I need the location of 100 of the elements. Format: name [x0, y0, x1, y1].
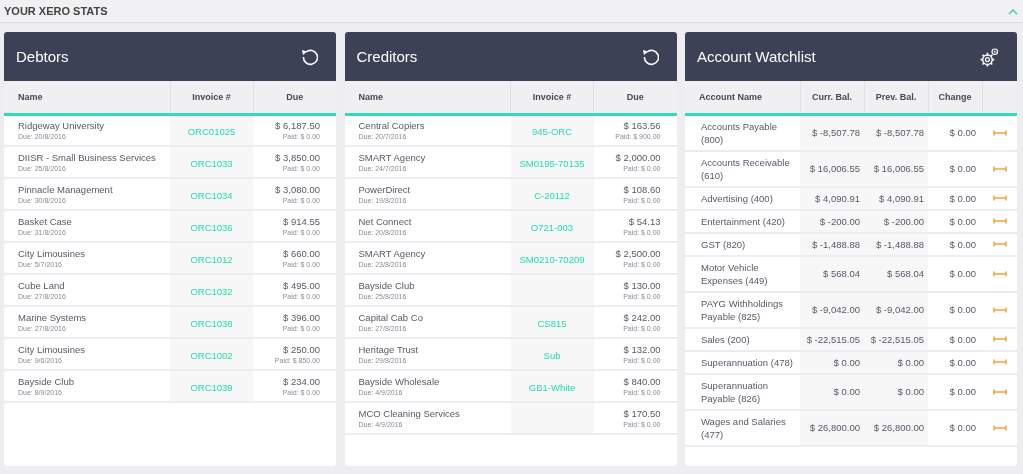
column-header: Name [344, 81, 511, 114]
column-header: Due [253, 81, 336, 114]
previous-balance: $ -9,042.00 [875, 304, 924, 315]
contact-name: Heritage Trust [358, 342, 420, 356]
account-name: Superannuation (478) [701, 355, 794, 369]
amount-due: $ 242.00 [622, 310, 661, 324]
column-header: Invoice # [170, 81, 253, 114]
previous-balance: $ 0.00 [897, 386, 924, 397]
contact-name: Cube Land [18, 278, 66, 292]
previous-balance: $ 4,090.91 [879, 192, 924, 204]
current-balance: $ 4,090.91 [815, 192, 860, 204]
invoice-link[interactable]: ORC1033 [190, 158, 233, 169]
current-balance: $ 568.04 [823, 268, 860, 279]
amount-due: $ 250.00 [282, 342, 320, 356]
contact-name: SMART Agency [358, 246, 427, 260]
amount-due: $ 130.00 [622, 278, 661, 292]
double-arrow-icon [992, 358, 1007, 366]
balance-change: $ 0.00 [949, 333, 976, 345]
amount-due: $ 132.00 [622, 342, 661, 356]
amount-due: $ 3,850.00 [274, 150, 320, 164]
balance-change: $ 0.00 [949, 422, 976, 433]
previous-balance: $ -8,507.78 [875, 127, 924, 138]
contact-name: DIISR - Small Business Services [18, 150, 157, 164]
amount-due: $ 170.50 [622, 406, 661, 420]
double-arrow-icon [992, 387, 1007, 396]
invoice-link[interactable]: ORC1032 [190, 286, 233, 297]
previous-balance: $ 26,800.00 [873, 422, 924, 433]
invoice-link[interactable]: O721-003 [530, 222, 574, 233]
amount-due: $ 840.00 [622, 374, 661, 388]
balance-change: $ 0.00 [949, 192, 976, 204]
invoice-link[interactable]: Sub [543, 350, 561, 361]
column-header: Invoice # [510, 81, 594, 114]
contact-name: PowerDirect [358, 182, 412, 196]
invoice-link[interactable]: GB1-White [528, 382, 576, 393]
invoice-link[interactable]: ORC1039 [190, 382, 233, 393]
balance-change: $ 0.00 [949, 356, 976, 368]
account-name: Advertising (400) [701, 191, 774, 205]
column-header: Due [593, 81, 677, 114]
contact-name: Bayside Club [18, 374, 75, 388]
amount-due: $ 234.00 [282, 374, 320, 388]
balance-change: $ 0.00 [949, 215, 976, 227]
amount-due: $ 54.13 [627, 214, 661, 228]
double-arrow-icon [992, 128, 1007, 137]
invoice-link[interactable]: ORC1002 [190, 350, 233, 361]
panel-title: Debtors [16, 48, 69, 65]
contact-name: MCO Cleaning Services [358, 406, 461, 420]
panel-title: Account Watchlist [697, 48, 816, 65]
current-balance: $ 0.00 [833, 386, 860, 397]
account-name: Entertainment (420) [701, 214, 786, 228]
panel-title: Creditors [356, 48, 418, 65]
contact-name: City Limousines [18, 342, 87, 356]
double-arrow-icon [992, 240, 1007, 248]
column-header: Account Name [685, 81, 800, 114]
contact-name: Pinnacle Management [18, 182, 114, 196]
previous-balance: $ -200.00 [883, 215, 924, 227]
contact-name: Marine Systems [18, 310, 88, 324]
invoice-link[interactable]: 945-ORC [531, 126, 573, 138]
invoice-link[interactable]: ORC1012 [190, 254, 233, 265]
current-balance: $ -1,488.88 [811, 238, 860, 250]
account-name: Motor Vehicle Expenses (449) [701, 260, 769, 287]
current-balance: $ 26,800.00 [809, 422, 860, 433]
refresh-icon[interactable] [640, 47, 659, 66]
balance-change: $ 0.00 [949, 304, 976, 315]
section-title: YOUR XERO STATS [4, 5, 108, 17]
account-name: Accounts Receivable (610) [701, 155, 791, 182]
amount-due: $ 163.56 [622, 118, 661, 132]
double-arrow-icon [992, 217, 1007, 225]
invoice-link[interactable]: ORC1034 [190, 190, 233, 201]
balance-change: $ 0.00 [949, 238, 976, 250]
amount-due: $ 108.60 [622, 182, 661, 196]
amount-due: $ 2,500.00 [614, 246, 661, 260]
contact-name: Capital Cab Co [358, 310, 424, 324]
amount-due: $ 2,000.00 [614, 150, 661, 164]
double-arrow-icon [992, 269, 1007, 278]
current-balance: $ -9,042.00 [811, 304, 860, 315]
invoice-link[interactable]: ORC1038 [190, 318, 233, 329]
account-name: PAYG Withholdings Payable (825) [701, 296, 785, 323]
amount-due: $ 396.00 [282, 310, 320, 324]
double-arrow-icon [992, 194, 1007, 202]
account-name: Superannuation Payable (826) [701, 378, 770, 405]
amount-due: $ 914.55 [282, 214, 320, 228]
contact-name: SMART Agency [358, 150, 427, 164]
previous-balance: $ 568.04 [887, 268, 924, 279]
balance-change: $ 0.00 [949, 386, 976, 397]
invoice-link[interactable]: CS815 [537, 318, 567, 329]
current-balance: $ -22,515.05 [806, 333, 860, 345]
column-header: Prev. Bal. [864, 81, 928, 114]
current-balance: $ -8,507.78 [811, 127, 860, 138]
contact-name: Ridgeway University [18, 118, 106, 132]
invoice-link[interactable]: ORC1036 [190, 222, 233, 233]
settings-icon[interactable] [979, 46, 999, 67]
column-header: Curr. Bal. [800, 81, 864, 114]
refresh-icon[interactable] [300, 47, 318, 66]
contact-name: City Limousines [18, 246, 87, 260]
double-arrow-icon [992, 423, 1007, 432]
invoice-link[interactable]: C-20112 [534, 190, 570, 201]
current-balance: $ 0.00 [833, 356, 860, 368]
previous-balance: $ 0.00 [897, 356, 924, 368]
column-header: Name [4, 81, 170, 114]
contact-name: Bayside Club [358, 278, 416, 292]
